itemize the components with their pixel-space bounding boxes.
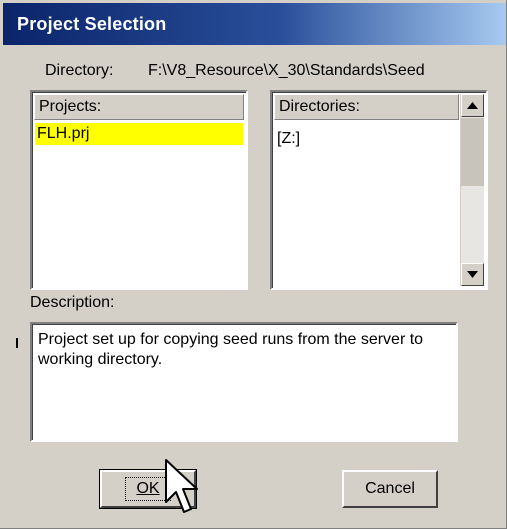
projects-listbox[interactable]: Projects: FLH.prj	[30, 90, 248, 290]
triangle-down-icon	[467, 271, 478, 278]
directories-listbox[interactable]: Directories: [Z:]	[270, 90, 488, 290]
projects-header-label: Projects:	[39, 98, 102, 115]
description-label: Description:	[30, 294, 115, 311]
description-textbox[interactable]: Project set up for copying seed runs fro…	[30, 322, 458, 442]
project-item-label: FLH.prj	[37, 125, 90, 142]
cancel-button[interactable]: Cancel	[342, 470, 438, 508]
directory-path: F:\V8_Resource\X_30\Standards\Seed	[148, 62, 425, 79]
description-text: Project set up for copying seed runs fro…	[38, 331, 424, 368]
directory-item-z[interactable]: [Z:]	[275, 128, 455, 150]
scroll-thumb[interactable]	[461, 118, 484, 186]
cancel-label: Cancel	[365, 480, 415, 497]
project-selection-dialog: Project Selection Directory: F:\V8_Resou…	[0, 0, 507, 529]
ok-label: OK	[136, 480, 160, 497]
directory-label: Directory:	[45, 62, 114, 79]
directories-header: Directories:	[274, 94, 459, 120]
window-title: Project Selection	[17, 13, 167, 34]
tick-mark	[16, 338, 18, 348]
scroll-up-button[interactable]	[461, 94, 484, 117]
projects-header: Projects:	[34, 94, 244, 120]
title-bar[interactable]: Project Selection	[3, 3, 506, 45]
directory-item-label: [Z:]	[277, 130, 301, 147]
triangle-up-icon	[467, 102, 478, 109]
scroll-down-button[interactable]	[461, 263, 484, 286]
arrow-pointer-icon	[165, 459, 198, 513]
directories-scrollbar[interactable]	[460, 94, 484, 286]
project-item-flh[interactable]: FLH.prj	[35, 123, 243, 145]
directories-header-label: Directories:	[279, 98, 360, 115]
